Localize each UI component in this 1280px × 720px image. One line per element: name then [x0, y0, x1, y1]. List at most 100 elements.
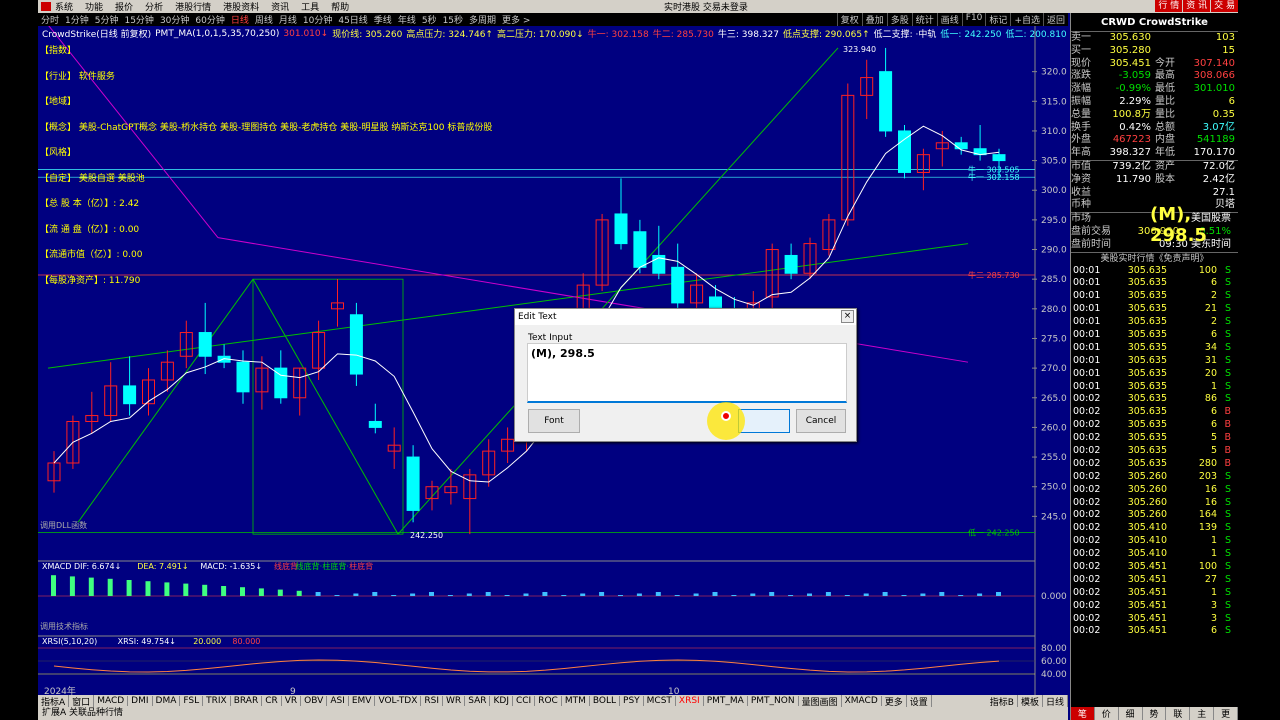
period-15[interactable]: 多周期 — [469, 13, 496, 26]
quote-tab[interactable]: 联 — [1166, 707, 1191, 720]
period-10[interactable]: 45日线 — [338, 13, 367, 26]
period-7[interactable]: 周线 — [255, 13, 273, 26]
chart-tool-2[interactable]: 多股 — [886, 13, 912, 26]
quote-tab[interactable]: 更 — [1214, 707, 1238, 720]
ok-button[interactable] — [738, 409, 790, 433]
chart-tool-8[interactable]: 返回 — [1042, 13, 1068, 26]
candle-body — [898, 130, 911, 173]
market-button[interactable]: 行 情 — [1155, 0, 1183, 12]
period-8[interactable]: 月线 — [279, 13, 297, 26]
period-11[interactable]: 季线 — [374, 13, 392, 26]
menu-item-quote[interactable]: 报价 — [115, 0, 133, 13]
menu-item-hk-market[interactable]: 港股行情 — [175, 0, 211, 13]
indicator-tab[interactable]: RSI — [421, 696, 444, 706]
tick-price: 305.635 — [1127, 290, 1167, 302]
indicator-tab[interactable]: ASI — [327, 696, 349, 706]
quote-tab[interactable]: 价 — [1095, 707, 1119, 720]
period-13[interactable]: 5秒 — [422, 13, 437, 26]
menu-item-system[interactable]: 系统 — [55, 0, 73, 13]
tick-row: 00:02 305.451 27 S — [1071, 574, 1238, 587]
bottom-right-tab[interactable]: 日线 — [1043, 695, 1068, 707]
chart-tool-3[interactable]: 统计 — [911, 13, 937, 26]
chart-tool-5[interactable]: F10 — [961, 13, 986, 26]
period-14[interactable]: 15秒 — [443, 13, 463, 26]
period-5[interactable]: 60分钟 — [195, 13, 224, 26]
chart-tool-7[interactable]: +自选 — [1010, 13, 1043, 26]
indicator-tab[interactable]: VR — [282, 696, 302, 706]
tick-price: 305.635 — [1127, 367, 1167, 379]
indicator-tab[interactable]: FSL — [180, 696, 204, 706]
indicator-tab[interactable]: SAR — [465, 696, 491, 706]
chart-tool-1[interactable]: 叠加 — [861, 13, 887, 26]
indicator-value: 现价线: 305.260 — [332, 30, 403, 40]
period-1[interactable]: 1分钟 — [65, 13, 89, 26]
macd-bar — [447, 595, 453, 596]
menu-item-hk-data[interactable]: 港股资料 — [223, 0, 259, 13]
info-line: 【地域】 — [40, 97, 77, 107]
indicator-tab[interactable]: PMT_MA — [704, 696, 748, 706]
indicator-tab[interactable]: MCST — [644, 696, 676, 706]
menu-item-help[interactable]: 帮助 — [331, 0, 349, 13]
cancel-button[interactable]: Cancel — [796, 409, 846, 433]
tick-list[interactable]: 00:01 305.635 100 S 00:01 305.635 6 S 00:01 305.6… — [1071, 265, 1238, 639]
indicator-tab[interactable]: 设置 — [907, 695, 932, 707]
period-9[interactable]: 10分钟 — [303, 13, 332, 26]
chart-tool-6[interactable]: 标记 — [985, 13, 1010, 26]
trade-button[interactable]: 交 易 — [1211, 0, 1238, 12]
indicator-tab[interactable]: DMA — [153, 696, 181, 706]
indicator-tab[interactable]: 窗口 — [69, 695, 95, 707]
indicator-tab[interactable]: VOL-TDX — [375, 696, 422, 706]
quote-header: CRWD CrowdStrike — [1071, 13, 1238, 32]
indicator-tab[interactable]: CR — [262, 696, 282, 706]
period-12[interactable]: 年线 — [398, 13, 416, 26]
info-line: 【流通市值（亿）】: 0.00 — [40, 250, 143, 260]
news-button[interactable]: 资 讯 — [1183, 0, 1211, 12]
ticker-header[interactable]: 美股实时行情《免责声明》 — [1071, 251, 1238, 265]
quote-tab[interactable]: 笔 — [1071, 707, 1095, 720]
indicator-tab[interactable]: XRSI — [676, 696, 704, 706]
indicator-tab[interactable]: ROC — [535, 696, 562, 706]
bottom-right-tab[interactable]: 指标B — [987, 695, 1018, 707]
quote-tab[interactable]: 势 — [1143, 707, 1167, 720]
quote-label: 换手 — [1071, 121, 1091, 133]
indicator-tab[interactable]: BOLL — [590, 696, 621, 706]
tick-time: 00:01 — [1073, 367, 1101, 379]
period-0[interactable]: 分时 — [41, 13, 59, 26]
indicator-tab[interactable]: OBV — [301, 696, 328, 706]
period-2[interactable]: 5分钟 — [95, 13, 119, 26]
quote-tab[interactable]: 细 — [1119, 707, 1143, 720]
indicator-tab[interactable]: PMT_NON — [748, 696, 799, 706]
indicator-tab[interactable]: EMV — [349, 696, 376, 706]
close-icon[interactable]: × — [841, 310, 854, 323]
indicator-tab[interactable]: TRIX — [203, 696, 231, 706]
indicator-tab[interactable]: BRAR — [231, 696, 263, 706]
tick-row: 00:01 305.635 20 S — [1071, 368, 1238, 381]
indicator-tab[interactable]: 指标A — [38, 695, 70, 707]
menu-item-analysis[interactable]: 分析 — [145, 0, 163, 13]
indicator-tab[interactable]: DMI — [128, 696, 153, 706]
indicator-tab[interactable]: WR — [443, 696, 466, 706]
indicator-tab[interactable]: 量图画图 — [799, 695, 842, 707]
period-6[interactable]: 日线 — [231, 13, 249, 26]
font-button[interactable]: Font — [528, 409, 580, 433]
indicator-tab[interactable]: KDJ — [490, 696, 513, 706]
indicator-tab[interactable]: MACD — [94, 696, 129, 706]
chart-tool-0[interactable]: 复权 — [836, 13, 862, 26]
period-4[interactable]: 30分钟 — [160, 13, 189, 26]
indicator-tab[interactable]: 更多 — [882, 695, 907, 707]
chart-text-annotation[interactable]: (M), 298.5 — [1150, 204, 1238, 246]
chart-tool-4[interactable]: 画线 — [936, 13, 962, 26]
menu-item-news[interactable]: 资讯 — [271, 0, 289, 13]
indicator-tab[interactable]: MTM — [562, 696, 590, 706]
menu-item-function[interactable]: 功能 — [85, 0, 103, 13]
price-tick-label: 290.0 — [1041, 246, 1067, 256]
bottom-right-tab[interactable]: 模板 — [1018, 695, 1043, 707]
indicator-tab[interactable]: CCI — [513, 696, 536, 706]
menu-item-tools[interactable]: 工具 — [301, 0, 319, 13]
indicator-tab[interactable]: XMACD — [842, 696, 882, 706]
period-3[interactable]: 15分钟 — [124, 13, 153, 26]
text-input-field[interactable]: (M), 298.5 — [527, 343, 847, 403]
quote-tab[interactable]: 主 — [1190, 707, 1215, 720]
period-16[interactable]: 更多 > — [502, 13, 530, 26]
indicator-tab[interactable]: PSY — [620, 696, 644, 706]
